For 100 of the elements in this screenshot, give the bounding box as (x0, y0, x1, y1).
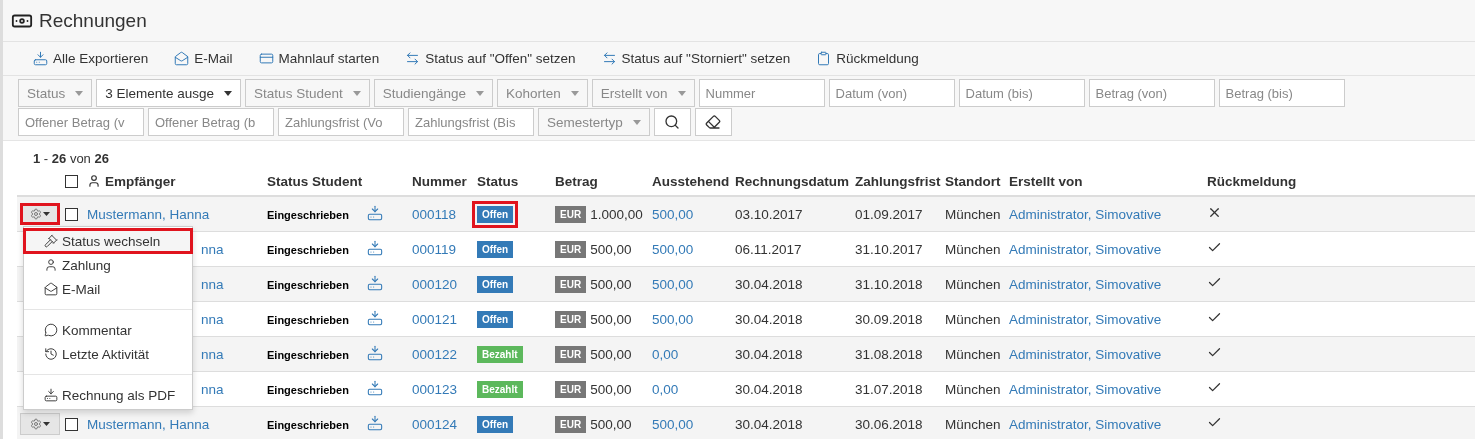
location: München (945, 241, 1001, 257)
outstanding-link[interactable]: 500,00 (652, 311, 694, 327)
caret-icon (43, 422, 50, 426)
student-status: Eingeschrieben (267, 278, 349, 291)
outstanding-link[interactable]: 500,00 (652, 241, 694, 257)
filter-dropdown[interactable]: Semestertyp (538, 108, 650, 136)
download-icon[interactable] (367, 239, 383, 256)
search-button[interactable] (653, 108, 691, 136)
creator-link[interactable]: Administrator, Simovative (1009, 416, 1162, 432)
filter-input[interactable]: Offener Betrag (v (18, 108, 144, 136)
amount: 500,00 (590, 346, 632, 362)
menu-item[interactable]: Status wechseln (24, 229, 192, 253)
menu-item[interactable]: E-Mail (24, 277, 192, 301)
toolbar-icon (174, 51, 190, 66)
recipient-link[interactable]: Mustermann, Hanna (87, 206, 210, 222)
currency-badge: EUR (555, 345, 587, 363)
menu-item[interactable]: Kommentar (24, 318, 192, 342)
caret-icon (476, 90, 484, 96)
location: München (945, 311, 1001, 327)
invoice-date: 30.04.2018 (735, 346, 803, 362)
filter-input[interactable]: Betrag (bis) (1218, 79, 1345, 107)
invoice-number-link[interactable]: 000119 (412, 241, 457, 257)
caret-icon (677, 90, 686, 96)
filter-dropdown[interactable]: Studiengänge (373, 79, 493, 107)
creator-link[interactable]: Administrator, Simovative (1009, 311, 1162, 327)
filter-dropdown[interactable]: Status Student (245, 79, 370, 107)
download-icon[interactable] (367, 414, 383, 431)
toolbar-button[interactable]: Status auf "Offen" setzen (405, 51, 576, 66)
menu-item-icon (44, 347, 58, 361)
creator-link[interactable]: Administrator, Simovative (1009, 276, 1162, 292)
download-icon[interactable] (367, 379, 383, 396)
recipient-link[interactable]: Mustermann, Hanna (87, 416, 210, 432)
creator-link[interactable]: Administrator, Simovative (1009, 206, 1162, 222)
caret-icon (75, 90, 84, 96)
toolbar-button[interactable]: Alle Exportieren (33, 51, 149, 66)
select-all-checkbox[interactable] (65, 174, 78, 188)
invoice-number-link[interactable]: 000120 (412, 276, 458, 292)
download-icon[interactable] (367, 309, 383, 326)
creator-link[interactable]: Administrator, Simovative (1009, 381, 1162, 397)
filter-dropdown[interactable]: Erstellt von (591, 79, 695, 107)
filter-input[interactable]: Betrag (von) (1088, 79, 1215, 107)
toolbar-button[interactable]: E-Mail (174, 51, 233, 66)
toolbar-button[interactable]: Rückmeldung (816, 51, 919, 66)
gear-icon (30, 208, 42, 220)
creator-link[interactable]: Administrator, Simovative (1009, 241, 1162, 257)
outstanding-link[interactable]: 500,00 (652, 416, 694, 432)
clear-filter-button[interactable] (694, 108, 732, 136)
filter-input[interactable]: Datum (bis) (958, 79, 1085, 107)
invoice-number-link[interactable]: 000118 (412, 206, 457, 222)
outstanding-link[interactable]: 0,00 (652, 346, 679, 362)
menu-item[interactable]: Rechnung als PDF (24, 383, 192, 407)
filter-input[interactable]: Zahlungsfrist (Bis (408, 108, 534, 136)
invoice-number-link[interactable]: 000121 (412, 311, 458, 327)
filter-input[interactable]: Offener Betrag (b (148, 108, 274, 136)
toolbar-button[interactable]: Status auf "Storniert" setzen (601, 51, 791, 66)
menu-item-icon (44, 323, 58, 337)
filter-dropdown[interactable]: 3 Elemente ausge (96, 79, 242, 107)
download-icon[interactable] (367, 204, 383, 221)
column-header: Status Student (267, 173, 364, 189)
download-icon[interactable] (367, 344, 383, 361)
recipient-link[interactable]: nna (201, 346, 224, 362)
due-date: 30.09.2018 (855, 311, 923, 327)
filter-dropdown[interactable]: Status (18, 79, 93, 107)
menu-item[interactable]: Letzte Aktivität (24, 342, 192, 366)
outstanding-link[interactable]: 0,00 (652, 381, 679, 397)
student-status: Eingeschrieben (267, 348, 349, 361)
recipient-link[interactable]: nna (201, 241, 224, 257)
column-header: Rückmeldung (1207, 173, 1298, 189)
invoice-number-link[interactable]: 000122 (412, 346, 458, 362)
toolbar-icon (258, 51, 274, 66)
location: München (945, 276, 1001, 292)
menu-item-icon (44, 258, 58, 272)
filter-input[interactable]: Zahlungsfrist (Vo (278, 108, 404, 136)
row-checkbox[interactable] (65, 417, 78, 431)
location: München (945, 381, 1001, 397)
caret-icon (570, 90, 579, 96)
invoice-number-link[interactable]: 000124 (412, 416, 458, 432)
due-date: 01.09.2017 (855, 206, 923, 222)
filter-dropdown[interactable]: Kohorten (497, 79, 588, 107)
outstanding-link[interactable]: 500,00 (652, 276, 694, 292)
recipient-link[interactable]: nna (201, 276, 224, 292)
filter-input[interactable]: Datum (von) (828, 79, 955, 107)
student-status: Eingeschrieben (267, 243, 349, 256)
outstanding-link[interactable]: 500,00 (652, 206, 694, 222)
creator-link[interactable]: Administrator, Simovative (1009, 346, 1162, 362)
column-header: Ausstehend (652, 173, 731, 189)
download-icon[interactable] (367, 274, 383, 291)
amount: 500,00 (590, 381, 632, 397)
row-actions-button[interactable] (20, 203, 60, 225)
amount: 500,00 (590, 241, 632, 257)
row-checkbox[interactable] (65, 207, 78, 221)
menu-item[interactable]: Zahlung (24, 253, 192, 277)
toolbar-button[interactable]: Mahnlauf starten (258, 51, 380, 66)
currency-badge: EUR (555, 380, 587, 398)
eraser-icon (705, 114, 722, 130)
filter-input[interactable]: Nummer (698, 79, 825, 107)
recipient-link[interactable]: nna (201, 311, 224, 327)
column-header: Status (477, 173, 520, 189)
recipient-link[interactable]: nna (201, 381, 224, 397)
invoice-number-link[interactable]: 000123 (412, 381, 458, 397)
